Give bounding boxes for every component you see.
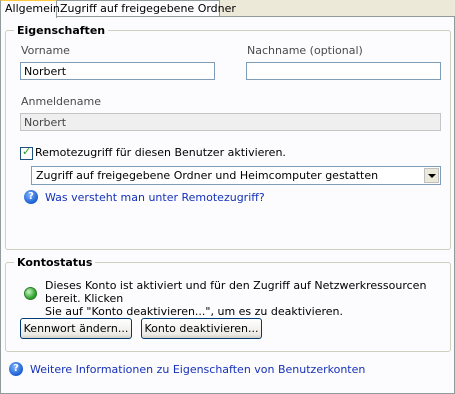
account-status-line-2: Sie auf "Konto deaktivieren...", um es z… bbox=[45, 305, 343, 318]
status-ok-icon bbox=[24, 287, 37, 300]
deactivate-account-button[interactable]: Konto deaktivieren... bbox=[141, 318, 262, 339]
first-name-field[interactable]: Norbert bbox=[20, 62, 215, 80]
remote-access-checkbox-label[interactable]: Remotezugriff für diesen Benutzer aktivi… bbox=[35, 146, 286, 159]
logon-name-field: Norbert bbox=[20, 113, 441, 131]
logon-name-label: Anmeldename bbox=[21, 95, 101, 108]
tab-allgemein[interactable]: Allgemein bbox=[0, 0, 60, 18]
last-name-field[interactable] bbox=[246, 62, 441, 80]
account-status-line-1: Dieses Konto ist aktiviert und für den Z… bbox=[45, 279, 427, 305]
account-status-legend: Kontostatus bbox=[14, 256, 96, 269]
user-account-info-link[interactable]: Weitere Informationen zu Eigenschaften v… bbox=[30, 363, 365, 376]
first-name-label: Vorname bbox=[21, 44, 70, 57]
help-circle-icon: ? bbox=[24, 190, 38, 204]
help-circle-icon: ? bbox=[9, 362, 23, 376]
tab-label: Zugriff auf freigegebene Ordner bbox=[60, 2, 236, 15]
access-type-select[interactable]: Zugriff auf freigegebene Ordner und Heim… bbox=[31, 166, 441, 185]
remote-access-help-link[interactable]: Was versteht man unter Remotezugriff? bbox=[45, 191, 265, 204]
account-status-text: Dieses Konto ist aktiviert und für den Z… bbox=[45, 279, 455, 318]
last-name-label: Nachname (optional) bbox=[247, 44, 363, 57]
chevron-down-icon[interactable] bbox=[424, 168, 439, 183]
tab-shared-folders[interactable]: Zugriff auf freigegebene Ordner bbox=[55, 0, 236, 17]
properties-legend: Eigenschaften bbox=[14, 24, 109, 37]
change-password-button[interactable]: Kennwort ändern... bbox=[20, 318, 132, 339]
tab-label: Allgemein bbox=[5, 2, 60, 15]
access-type-value: Zugriff auf freigegebene Ordner und Heim… bbox=[36, 169, 379, 182]
remote-access-checkbox[interactable] bbox=[20, 145, 33, 160]
